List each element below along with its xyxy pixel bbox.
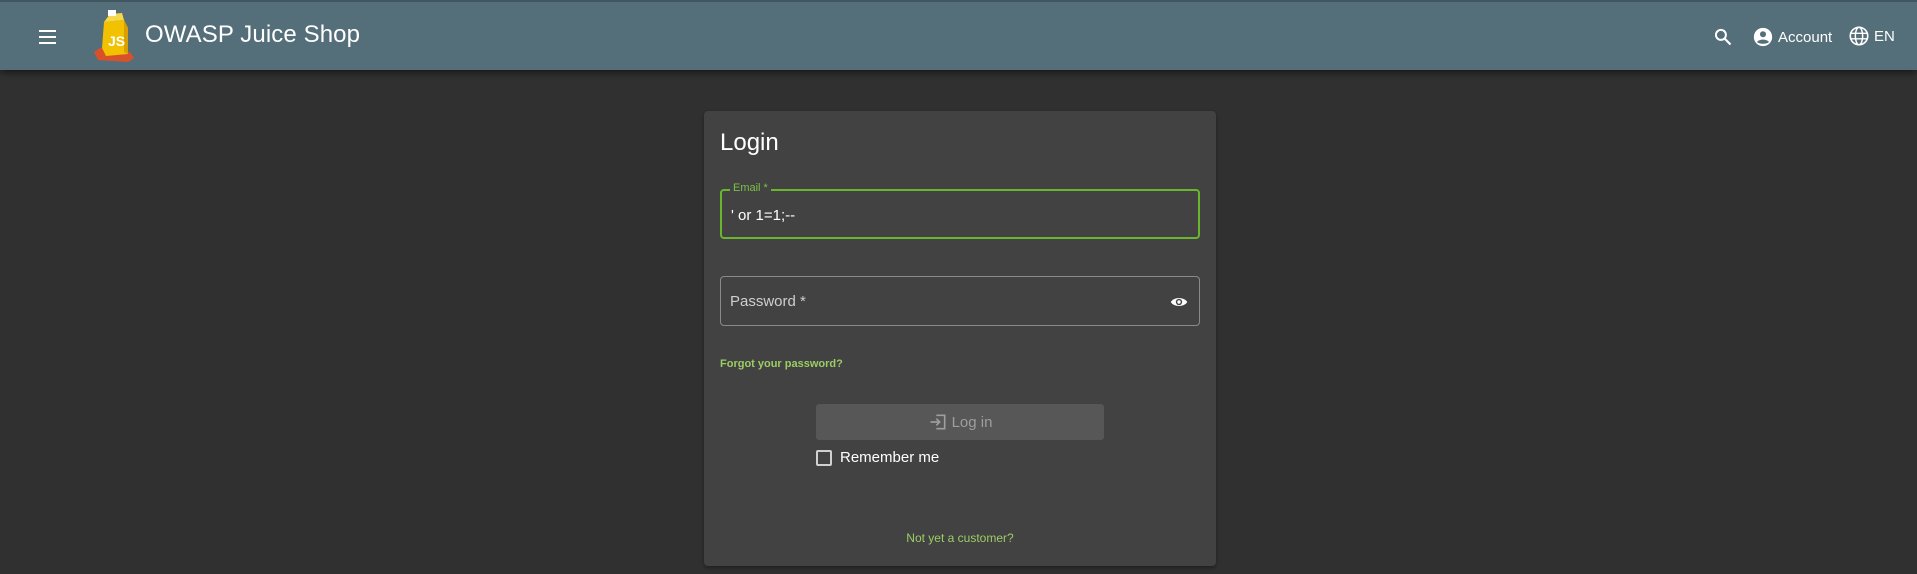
password-input[interactable] bbox=[730, 289, 1170, 313]
register-link[interactable]: Not yet a customer? bbox=[704, 531, 1216, 545]
language-button[interactable]: EN bbox=[1848, 21, 1895, 51]
email-label: Email * bbox=[730, 182, 771, 194]
remember-me-label: Remember me bbox=[840, 449, 940, 466]
search-button[interactable] bbox=[1708, 22, 1738, 52]
menu-button[interactable] bbox=[33, 22, 63, 52]
email-field: Email * bbox=[720, 182, 1200, 239]
hamburger-menu-icon bbox=[39, 30, 56, 44]
top-toolbar: JS OWASP Juice Shop Account EN bbox=[0, 0, 1917, 70]
login-title: Login bbox=[720, 129, 779, 156]
search-icon bbox=[1714, 28, 1732, 46]
email-input[interactable] bbox=[731, 203, 1171, 227]
forgot-password-link[interactable]: Forgot your password? bbox=[720, 358, 843, 370]
remember-me[interactable]: Remember me bbox=[816, 449, 939, 466]
juice-shop-logo[interactable]: JS bbox=[90, 8, 138, 64]
eye-icon bbox=[1170, 298, 1188, 306]
language-label: EN bbox=[1874, 27, 1895, 45]
globe-icon bbox=[1849, 26, 1869, 46]
login-card: Login Email * Forgot your password? Log … bbox=[704, 111, 1216, 566]
login-button[interactable]: Log in bbox=[816, 404, 1104, 440]
login-arrow-icon bbox=[928, 412, 948, 432]
svg-text:JS: JS bbox=[108, 33, 125, 49]
login-button-label: Log in bbox=[951, 413, 993, 431]
account-label: Account bbox=[1778, 28, 1833, 46]
password-visibility-button[interactable] bbox=[1169, 292, 1189, 312]
app-title[interactable]: OWASP Juice Shop bbox=[145, 21, 360, 49]
remember-me-checkbox[interactable] bbox=[816, 449, 832, 466]
account-circle-icon bbox=[1753, 27, 1773, 47]
password-field bbox=[720, 276, 1200, 326]
account-button[interactable]: Account bbox=[1752, 22, 1832, 52]
